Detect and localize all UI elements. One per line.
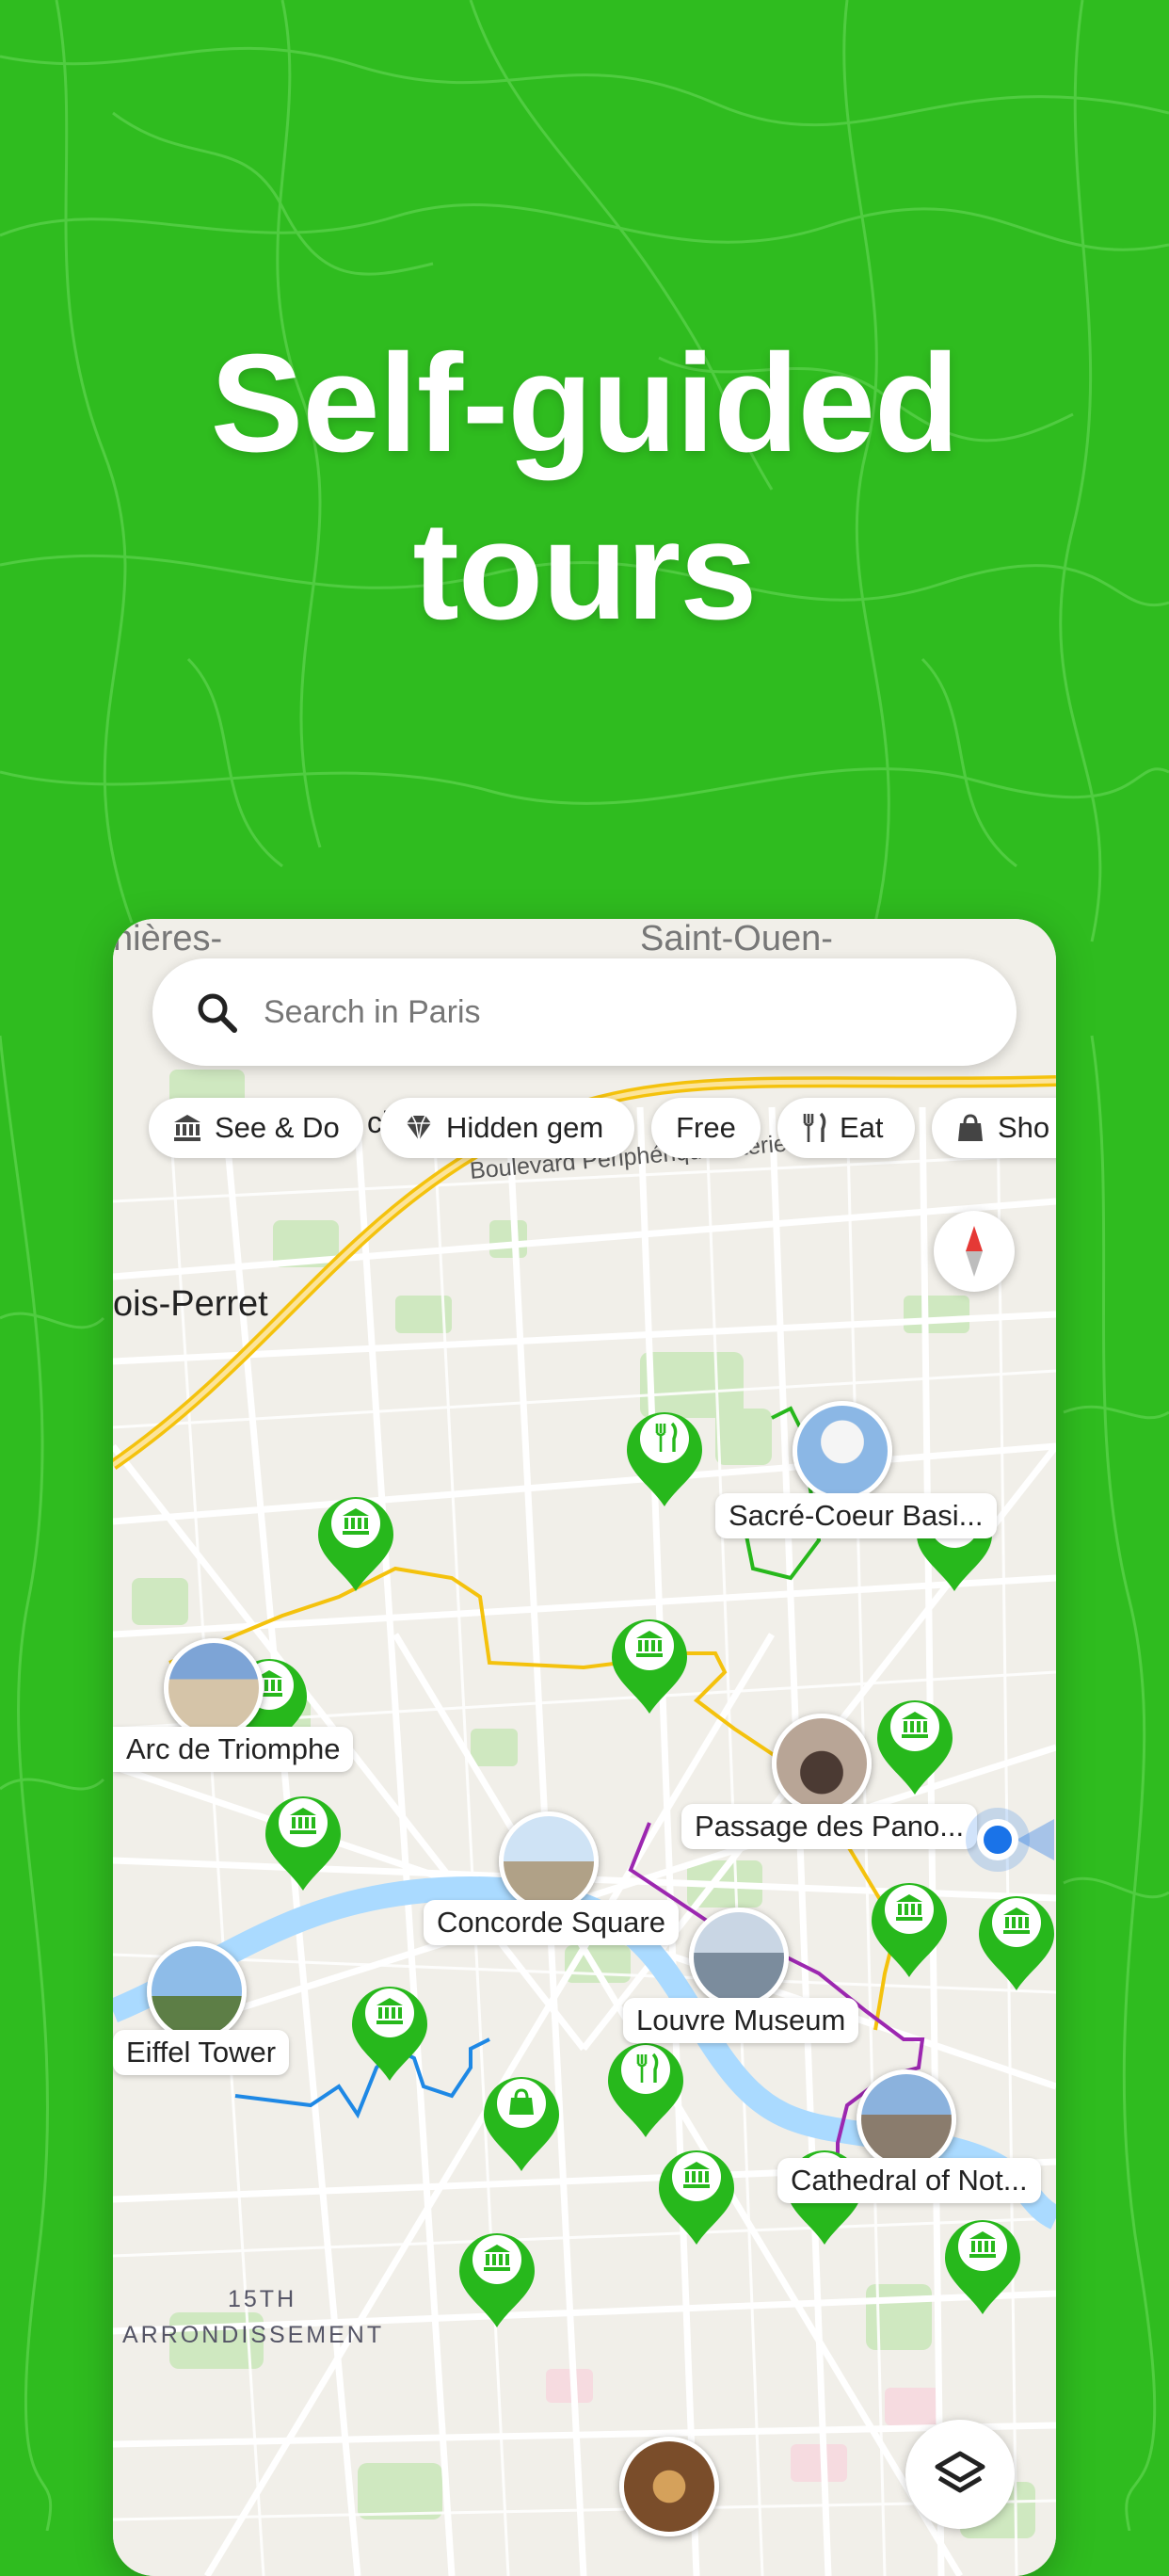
fork-knife-icon: [803, 1112, 826, 1142]
user-location-icon: [966, 1808, 1054, 1872]
map-pin-museum[interactable]: [314, 1495, 397, 1593]
map-pin-museum[interactable]: [262, 1795, 344, 1892]
compass-button[interactable]: [934, 1211, 1015, 1292]
map-pin-museum[interactable]: [868, 1881, 951, 1979]
chip-label: See & Do: [215, 1111, 340, 1144]
map-pin-museum[interactable]: [941, 2218, 1024, 2316]
chip-free[interactable]: Free: [651, 1098, 761, 1158]
place-label-concorde[interactable]: Concorde Square: [424, 1900, 679, 1945]
concorde-square-photo[interactable]: [499, 1811, 599, 1911]
museum-icon: [979, 1896, 1054, 1990]
eiffel-tower-photo[interactable]: [147, 1941, 247, 2041]
map-pin-museum[interactable]: [975, 1894, 1056, 1992]
museum-icon: [459, 2233, 535, 2327]
search-bar[interactable]: Search in Paris: [152, 958, 1017, 1066]
museum-icon: [945, 2220, 1020, 2314]
map-pin-museum[interactable]: [655, 2149, 738, 2246]
chip-label: Sho: [998, 1111, 1050, 1144]
bottom-place-photo[interactable]: [619, 2437, 719, 2536]
museum-icon: [174, 1115, 200, 1141]
phone-map-screen: nières- Saint-Ouen- ois-Perret Boulevard…: [113, 919, 1056, 2576]
headline: Self-guided tours: [0, 320, 1169, 655]
category-chips: See & Do Hidden gem Free Eat Sho: [149, 1098, 1056, 1160]
chip-label: Eat: [840, 1111, 884, 1144]
passage-panoramas-photo[interactable]: [772, 1714, 872, 1813]
map-pin-museum[interactable]: [873, 1699, 956, 1796]
place-label-arc-de-triomphe[interactable]: Arc de Triomphe: [113, 1727, 354, 1772]
map-pin-restaurant[interactable]: [623, 1410, 706, 1508]
headline-line-1: Self-guided: [210, 326, 960, 481]
map-label-top-right: Saint-Ouen-: [640, 919, 833, 958]
arc-de-triomphe-photo[interactable]: [164, 1638, 264, 1738]
chip-shopping[interactable]: Sho: [932, 1098, 1056, 1158]
place-label-passage[interactable]: Passage des Pano...: [681, 1804, 978, 1849]
map-pin-museum[interactable]: [456, 2231, 538, 2329]
map-label-arrondissement-number: 15TH: [228, 2286, 297, 2312]
headline-line-2: tours: [412, 493, 758, 649]
place-label-notre-dame[interactable]: Cathedral of Not...: [777, 2158, 1041, 2203]
chip-see-do[interactable]: See & Do: [149, 1098, 363, 1158]
notre-dame-photo[interactable]: [857, 2069, 956, 2169]
museum-icon: [612, 1619, 687, 1714]
museum-icon: [659, 2150, 734, 2245]
museum-icon: [352, 1987, 427, 2081]
place-label-eiffel[interactable]: Eiffel Tower: [113, 2030, 290, 2075]
map-pin-restaurant[interactable]: [604, 2041, 687, 2139]
map-pin-shopping[interactable]: [480, 2075, 563, 2173]
layers-icon: [935, 2451, 985, 2493]
chip-eat[interactable]: Eat: [777, 1098, 915, 1158]
shopping-bag-icon: [958, 1114, 983, 1141]
map-label-top-left: nières-: [113, 919, 223, 958]
chip-label: Hidden gem: [446, 1111, 604, 1144]
layers-button[interactable]: [905, 2420, 1015, 2529]
map-pin-museum[interactable]: [348, 1985, 431, 2083]
map-label-levallois: ois-Perret: [113, 1284, 268, 1324]
place-label-louvre[interactable]: Louvre Museum: [623, 1998, 859, 2043]
fork-knife-icon: [608, 2043, 683, 2137]
museum-icon: [318, 1497, 393, 1591]
louvre-museum-photo[interactable]: [689, 1908, 789, 2007]
compass-icon: [966, 1226, 983, 1277]
sacre-coeur-photo[interactable]: [793, 1401, 892, 1501]
chip-label: Free: [676, 1111, 736, 1144]
map-pin-museum[interactable]: [608, 1618, 691, 1715]
shopping-bag-icon: [484, 2077, 559, 2171]
museum-icon: [877, 1700, 953, 1795]
museum-icon: [872, 1883, 947, 1977]
museum-icon: [265, 1796, 341, 1891]
map-label-arrondissement: ARRONDISSEMENT: [122, 2322, 385, 2348]
search-icon: [198, 993, 237, 1033]
place-label-sacre-coeur[interactable]: Sacré-Coeur Basi...: [715, 1493, 997, 1538]
diamond-icon: [407, 1115, 431, 1141]
search-input[interactable]: Search in Paris: [264, 958, 481, 1066]
chip-hidden-gem[interactable]: Hidden gem: [380, 1098, 634, 1158]
fork-knife-icon: [627, 1412, 702, 1506]
